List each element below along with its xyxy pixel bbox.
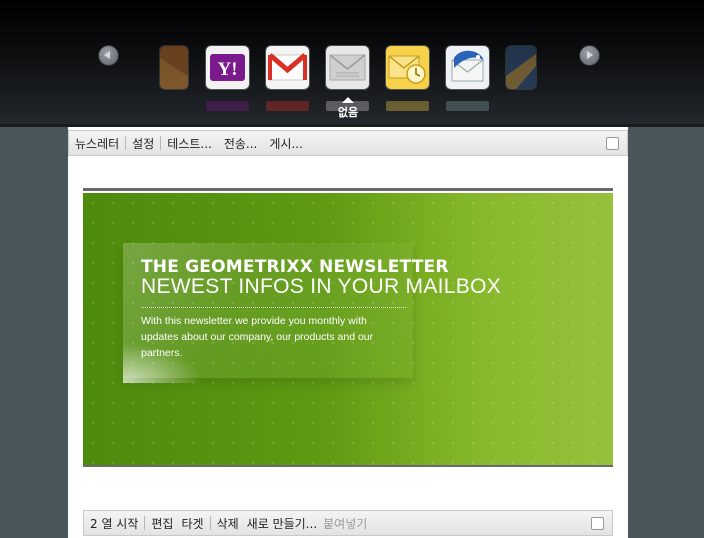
- partial-tile-left-icon[interactable]: [160, 46, 188, 89]
- tile-reflection: [386, 101, 429, 111]
- plain-mail-icon[interactable]: [326, 46, 369, 89]
- delete-button[interactable]: 삭제: [215, 515, 241, 532]
- yahoo-mail-icon[interactable]: Y!: [206, 46, 249, 89]
- toolbar-divider: [144, 516, 146, 530]
- carousel-prev-arrow-icon[interactable]: [98, 45, 119, 66]
- tile-reflection: [266, 101, 309, 111]
- send-button[interactable]: 전송...: [222, 135, 260, 152]
- tile-reflection: [206, 101, 249, 111]
- newsletter-toolbar: 뉴스레터 설정 테스트... 전송... 게시...: [68, 130, 628, 156]
- toolbar-divider: [209, 516, 211, 530]
- gmail-icon[interactable]: [266, 46, 309, 89]
- test-button[interactable]: 테스트...: [165, 135, 214, 152]
- yahoo-glyph: Y!: [217, 59, 237, 80]
- paragraph-toolbar: 2 열 시작 편집 타겟 삭제 새로 만들기... 붙여넣기: [83, 510, 613, 536]
- selection-pointer-icon: [342, 97, 354, 103]
- two-column-start-button[interactable]: 2 열 시작: [88, 515, 140, 532]
- toolbar-divider: [160, 136, 162, 150]
- newsletter-title: THE GEOMETRIXX NEWSLETTER: [141, 257, 449, 277]
- newsletter-menu-button[interactable]: 뉴스레터: [73, 135, 121, 152]
- edit-button[interactable]: 편집: [149, 515, 175, 532]
- paste-button[interactable]: 붙여넣기: [321, 515, 369, 532]
- divider-bottom: [83, 465, 613, 467]
- dotted-divider: [141, 307, 406, 308]
- target-button[interactable]: 타겟: [179, 515, 205, 532]
- toolbar-divider: [125, 136, 127, 150]
- newsletter-subtitle: NEWEST INFOS IN YOUR MAILBOX: [141, 275, 502, 298]
- outlook-icon[interactable]: [386, 46, 429, 89]
- settings-button[interactable]: 설정: [130, 135, 156, 152]
- page-canvas: 뉴스레터 설정 테스트... 전송... 게시... THE GEOMETRIX…: [68, 127, 628, 538]
- tile-reflection: [446, 101, 489, 111]
- carousel-next-arrow-icon[interactable]: [579, 45, 600, 66]
- publish-button[interactable]: 게시...: [267, 135, 305, 152]
- newsletter-body: With this newsletter we provide you mont…: [141, 315, 374, 359]
- divider-top: [83, 188, 613, 191]
- toolbar-checkbox[interactable]: [606, 137, 619, 150]
- carousel-selected-label: 없음: [337, 106, 359, 119]
- new-button[interactable]: 새로 만들기...: [245, 515, 319, 532]
- thunderbird-icon[interactable]: [446, 46, 489, 89]
- email-client-carousel: Y! 없음: [0, 0, 704, 127]
- newsletter-banner[interactable]: THE GEOMETRIXX NEWSLETTER NEWEST INFOS I…: [83, 193, 613, 465]
- partial-tile-right-icon[interactable]: [506, 46, 536, 89]
- toolbar-checkbox[interactable]: [591, 517, 604, 530]
